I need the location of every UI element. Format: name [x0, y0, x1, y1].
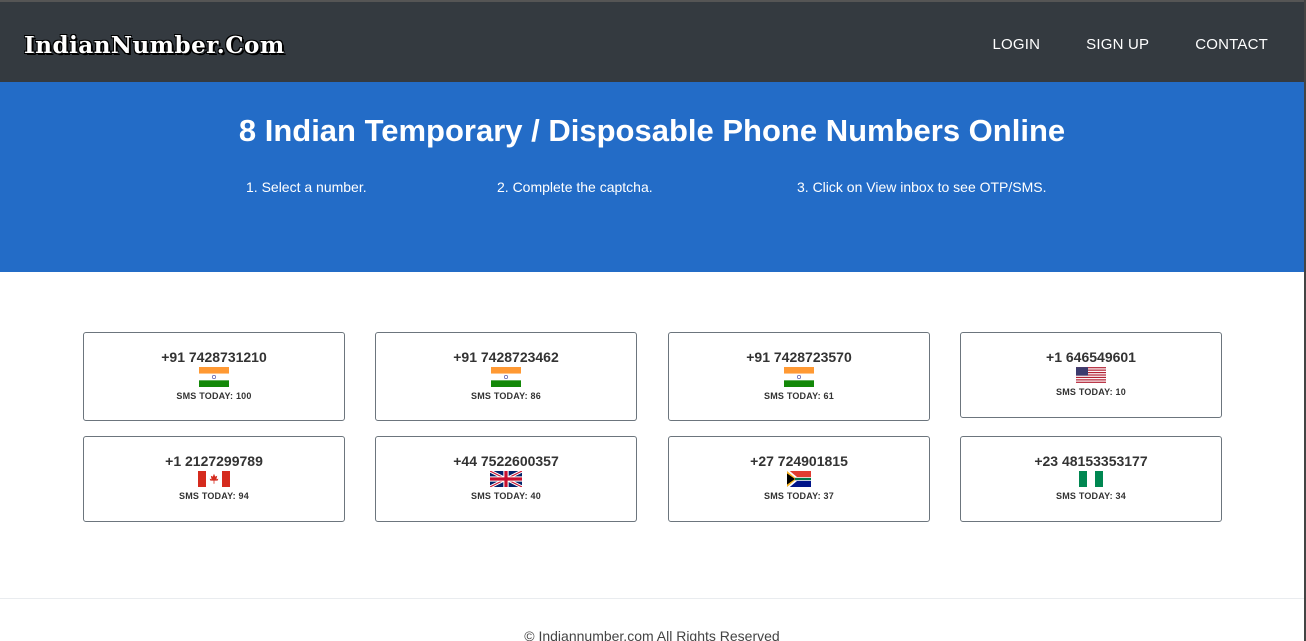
page-title: 8 Indian Temporary / Disposable Phone Nu…: [238, 113, 1066, 148]
step-3-text: 3. Click on View inbox to see OTP/SMS.: [797, 179, 1047, 195]
sms-count: SMS TODAY: 94: [179, 491, 249, 501]
phone-number[interactable]: +1 646549601: [961, 349, 1221, 365]
sms-count: SMS TODAY: 37: [764, 491, 834, 501]
sms-count: SMS TODAY: 86: [471, 391, 541, 401]
top-navbar: IndianNumber.Com LOGIN SIGN UP CONTACT: [0, 0, 1304, 82]
number-card[interactable]: +91 7428731210 SMS TODAY: 100: [83, 332, 345, 421]
nav-login-link[interactable]: LOGIN: [992, 36, 1040, 53]
india-flag-icon: [491, 367, 521, 387]
number-card[interactable]: +23 48153353177 SMS TODAY: 34: [960, 436, 1222, 522]
sms-count: SMS TODAY: 61: [764, 391, 834, 401]
india-flag-icon: [199, 367, 229, 387]
phone-number[interactable]: +91 7428731210: [84, 349, 344, 365]
nav-links: LOGIN SIGN UP CONTACT: [946, 36, 1268, 53]
sms-count: SMS TODAY: 34: [1056, 491, 1126, 501]
hero-banner: 8 Indian Temporary / Disposable Phone Nu…: [0, 82, 1304, 272]
step-2-text: 2. Complete the captcha.: [497, 179, 653, 195]
nav-contact-link[interactable]: CONTACT: [1195, 36, 1268, 53]
number-card[interactable]: +1 2127299789 SMS TODAY: 94: [83, 436, 345, 522]
canada-flag-icon: [198, 471, 230, 487]
nigeria-flag-icon: [1079, 471, 1103, 487]
uk-flag-icon: [490, 471, 522, 487]
nav-signup-link[interactable]: SIGN UP: [1086, 36, 1149, 53]
brand-logo[interactable]: IndianNumber.Com: [24, 32, 285, 59]
phone-number[interactable]: +91 7428723462: [376, 349, 636, 365]
number-card[interactable]: +1 646549601 SMS TODAY: 10: [960, 332, 1222, 418]
number-card[interactable]: +27 724901815 SMS TODAY: 37: [668, 436, 930, 522]
sms-count: SMS TODAY: 10: [1056, 387, 1126, 397]
number-card[interactable]: +91 7428723462 SMS TODAY: 86: [375, 332, 637, 421]
india-flag-icon: [784, 367, 814, 387]
number-card[interactable]: +91 7428723570 SMS TODAY: 61: [668, 332, 930, 421]
usa-flag-icon: [1076, 367, 1106, 383]
phone-number[interactable]: +27 724901815: [669, 453, 929, 469]
phone-number[interactable]: +44 7522600357: [376, 453, 636, 469]
sms-count: SMS TODAY: 40: [471, 491, 541, 501]
south-africa-flag-icon: [787, 471, 811, 487]
sms-count: SMS TODAY: 100: [176, 391, 252, 401]
step-1-text: 1. Select a number.: [246, 179, 367, 195]
phone-number[interactable]: +1 2127299789: [84, 453, 344, 469]
footer-copyright: © Indiannumber.com All Rights Reserved: [524, 628, 780, 641]
footer-divider: [0, 598, 1304, 599]
number-card[interactable]: +44 7522600357 SMS TODAY: 40: [375, 436, 637, 522]
phone-number[interactable]: +91 7428723570: [669, 349, 929, 365]
phone-number[interactable]: +23 48153353177: [961, 453, 1221, 469]
